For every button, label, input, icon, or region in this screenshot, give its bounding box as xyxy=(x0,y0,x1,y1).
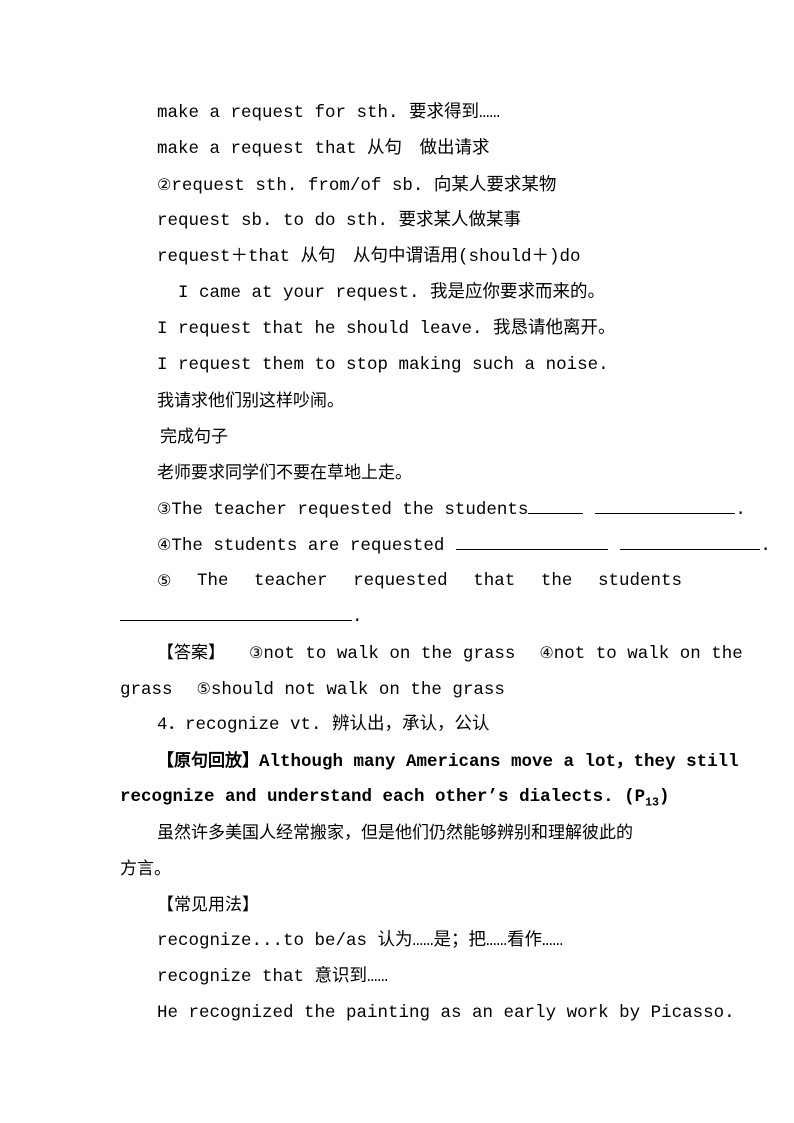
exercise-item-4-period: . xyxy=(760,536,771,556)
exercise-item-5: ⑤ The teacher requested that the student… xyxy=(120,563,684,599)
text-line-request-from-of-text: request sth. from/of sb. 向某人要求某物 xyxy=(171,176,557,196)
exercise-item-4-text: The students are requested xyxy=(171,536,445,556)
document-page: make a request for sth. 要求得到…… make a re… xyxy=(0,0,794,1123)
usage-section-label: 【常见用法】 xyxy=(157,895,259,915)
exercise-item-4: ④The students are requested. xyxy=(120,527,771,563)
original-sentence-text-1: Although many Americans move a lot，they … xyxy=(259,752,739,772)
text-line-request-that-clause: request＋that 从句 从句中谓语用(should＋)do xyxy=(157,247,581,267)
list-marker-2: ② xyxy=(157,175,172,194)
answer-line-1: 【答案】 ③not to walk on the grass ④not to wal… xyxy=(120,635,743,671)
exercise-item-5-word-3: that xyxy=(473,571,516,591)
usage-line-2: recognize that 意识到…… xyxy=(157,967,389,987)
text-line-request-sb-to-do: request sb. to do sth. 要求某人做某事 xyxy=(157,211,522,231)
answer-marker-4: ④ xyxy=(539,643,554,662)
exercise-item-5-word-2: requested xyxy=(353,571,448,591)
example-line-stop-making-noise: I request them to stop making such a noi… xyxy=(157,355,609,375)
exercise-item-3-period: . xyxy=(735,500,746,520)
translation-line-1: 虽然许多美国人经常搬家，但是他们仍然能够辨别和理解彼此的 xyxy=(157,823,633,843)
example-line-should-leave: I request that he should leave. 我恳请他离开。 xyxy=(157,319,616,339)
usage-line-1: recognize...to be/as 认为……是；把……看作…… xyxy=(157,931,564,951)
answer-blank-4b[interactable] xyxy=(620,533,761,550)
translation-line-noise: 我请求他们别这样吵闹。 xyxy=(157,391,344,411)
answer-text-4: not to walk on the xyxy=(553,644,743,664)
text-line-request-from-of: ②request sth. from/of sb. 向某人要求某物 xyxy=(120,167,684,203)
answer-text-5: should not walk on the grass xyxy=(210,680,505,700)
list-marker-3: ③ xyxy=(157,499,172,518)
page-reference-subscript: 13 xyxy=(645,796,659,810)
section-heading-complete-sentences: 完成句子 xyxy=(160,427,228,447)
list-marker-4: ④ xyxy=(157,535,172,554)
entry-heading-recognize: 4．recognize vt. 辨认出，承认，公认 xyxy=(157,715,490,735)
example-line-came-at-request: I came at your request. 我是应你要求而来的。 xyxy=(178,283,606,303)
document-content: make a request for sth. 要求得到…… make a re… xyxy=(120,95,771,1031)
answer-blank-3a[interactable] xyxy=(528,497,584,514)
answer-text-3: not to walk on the grass xyxy=(263,644,516,664)
exercise-item-5-word-4: the xyxy=(540,571,573,591)
exercise-item-5-word-0: The xyxy=(196,571,229,591)
usage-line-3: He recognized the painting as an early w… xyxy=(157,1003,735,1023)
answer-marker-3: ③ xyxy=(249,643,264,662)
answer-blank-5[interactable] xyxy=(120,604,352,621)
original-sentence-text-2: recognize and understand each other’s di… xyxy=(120,787,646,807)
original-sentence-text-2-end: ) xyxy=(658,787,670,807)
exercise-prompt-chinese: 老师要求同学们不要在草地上走。 xyxy=(157,463,412,483)
exercise-item-3: ③The teacher requested the students. xyxy=(120,491,746,527)
text-line-make-request-that: make a request that 从句 做出请求 xyxy=(157,139,490,159)
translation-line-2: 方言。 xyxy=(120,859,171,879)
answer-text-4-continuation: grass xyxy=(120,680,173,700)
original-sentence-label: 【原句回放】 xyxy=(157,751,259,771)
text-line-make-request-for: make a request for sth. 要求得到…… xyxy=(157,103,501,123)
answer-marker-5: ⑤ xyxy=(196,679,211,698)
answer-blank-3b[interactable] xyxy=(595,497,736,514)
original-sentence-line-2: recognize and understand each other’s di… xyxy=(120,779,684,815)
exercise-item-5-period: . xyxy=(352,607,363,627)
exercise-item-3-text: The teacher requested the students xyxy=(171,500,529,520)
exercise-item-5-word-5: students xyxy=(597,571,682,591)
original-sentence-line-1: 【原句回放】Although many Americans move a lot… xyxy=(120,743,739,779)
answer-line-2: grass ⑤should not walk on the grass xyxy=(120,671,684,707)
answer-blank-4a[interactable] xyxy=(456,533,609,550)
exercise-item-5-continuation: . xyxy=(120,599,684,635)
exercise-item-5-word-1: teacher xyxy=(254,571,328,591)
list-marker-5: ⑤ xyxy=(157,571,172,590)
answer-label: 【答案】 xyxy=(157,643,225,663)
